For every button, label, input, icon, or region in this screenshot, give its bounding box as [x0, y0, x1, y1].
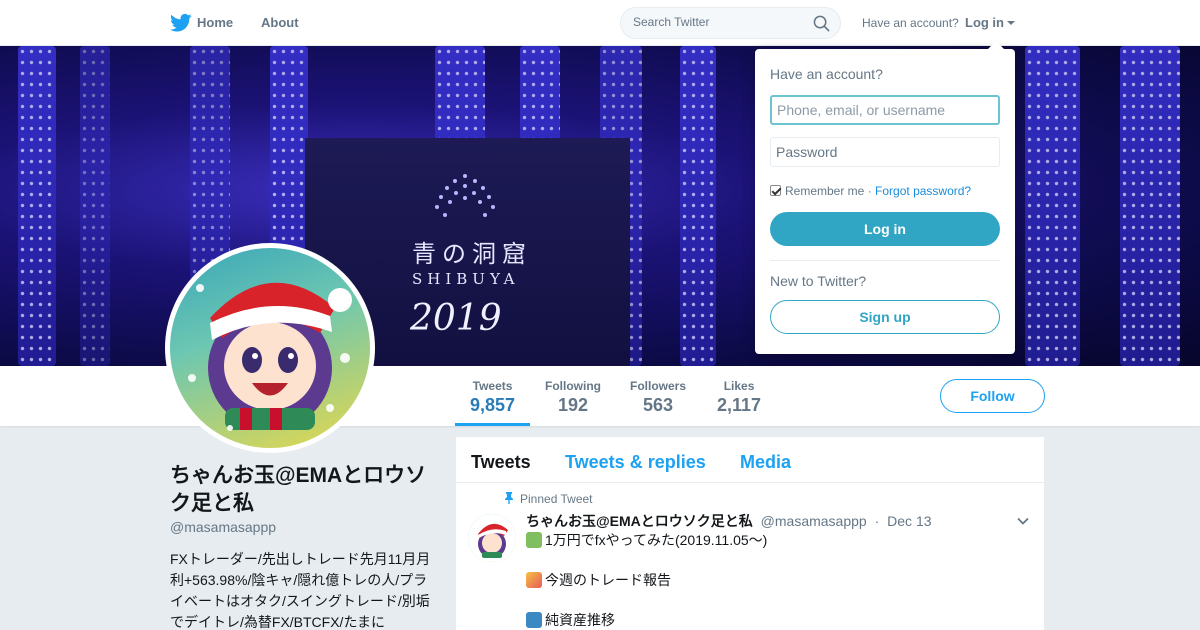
tweet-text: 1万円でfxやってみた(2019.11.05〜) 今週のトレード報告 純資産推移: [526, 530, 1026, 630]
tweet-line-text: 純資産推移: [545, 612, 615, 628]
sign-subtitle: SHIBUYA: [412, 270, 520, 288]
login-dropdown-toggle[interactable]: Log in: [965, 15, 1015, 30]
pinned-label: Pinned Tweet: [520, 492, 593, 506]
chevron-down-icon[interactable]: [1016, 514, 1030, 528]
have-account-text: Have an account?: [862, 16, 959, 30]
stat-value: 2,117: [717, 395, 762, 415]
pin-icon: [505, 492, 513, 504]
stat-value: 563: [642, 395, 674, 415]
avatar-image: [170, 248, 370, 448]
tab-tweets-and-replies[interactable]: Tweets & replies: [565, 452, 706, 473]
tweet-avatar-illustration: [468, 514, 516, 562]
username-field[interactable]: [770, 95, 1000, 125]
stat-value: 9,857: [470, 395, 516, 415]
banner-light-tree: [18, 46, 56, 366]
login-button[interactable]: Log in: [770, 212, 1000, 246]
tweet-line-text: 今週のトレード報告: [545, 572, 671, 588]
dropdown-divider: [770, 260, 1000, 261]
search-input[interactable]: [633, 15, 803, 29]
banner-light-tree: [80, 46, 110, 366]
new-to-twitter-text: New to Twitter?: [770, 273, 867, 289]
tab-tweets[interactable]: Tweets: [471, 452, 531, 473]
nav-home-link[interactable]: Home: [197, 15, 233, 30]
timeline: Tweets Tweets & replies Media Pinned Twe…: [456, 437, 1044, 630]
password-field[interactable]: [770, 137, 1000, 167]
tweet-line: [526, 590, 1026, 610]
dropdown-arrow: [988, 41, 1004, 49]
remember-separator: ·: [867, 184, 872, 198]
remember-me-checkbox[interactable]: [770, 185, 781, 196]
login-dropdown-title: Have an account?: [770, 66, 883, 82]
tweet-separator: ·: [874, 513, 880, 529]
tweet-line: 今週のトレード報告: [526, 570, 1026, 590]
tweet-line: 1万円でfxやってみた(2019.11.05〜): [526, 530, 1026, 550]
tweet-author-handle[interactable]: @masamasappp: [761, 513, 867, 529]
stat-label: Following: [545, 379, 601, 393]
login-toggle-label: Log in: [965, 15, 1004, 30]
tab-media[interactable]: Media: [740, 452, 791, 473]
login-dropdown: Have an account? Remember me · Forgot pa…: [755, 41, 1015, 354]
stat-following[interactable]: Following 192: [545, 379, 601, 416]
stat-label: Likes: [723, 379, 755, 393]
remember-me-label[interactable]: Remember me: [785, 184, 864, 198]
avatar-illustration: [188, 282, 352, 431]
timeline-tabs: Tweets Tweets & replies Media: [456, 437, 1044, 483]
party-emoji-icon: [526, 572, 542, 588]
sign-year: 2019: [410, 298, 502, 339]
follow-button[interactable]: Follow: [940, 379, 1045, 413]
top-nav: Home About Have an account? Log in: [0, 0, 1200, 46]
profile-display-name[interactable]: ちゃんお玉@EMAとロウソク足と私: [170, 462, 430, 518]
tweet-date[interactable]: Dec 13: [887, 513, 931, 529]
tweet-line: 純資産推移: [526, 610, 1026, 630]
banner-light-tree: [680, 46, 716, 366]
stat-value: 192: [557, 395, 589, 415]
sign-title: 青の洞窟: [412, 240, 532, 268]
sign-logo-icon: [435, 174, 495, 217]
nav-about-link[interactable]: About: [261, 15, 299, 30]
tweet-line: [526, 550, 1026, 570]
stat-tweets[interactable]: Tweets 9,857: [470, 379, 515, 416]
pinned-indicator: Pinned Tweet: [504, 492, 593, 506]
stat-likes[interactable]: Likes 2,117: [717, 379, 761, 416]
banner-light-tree: [1120, 46, 1180, 366]
forgot-password-link[interactable]: Forgot password?: [875, 184, 971, 198]
banner-light-tree: [1025, 46, 1080, 366]
twitter-bird-icon[interactable]: [170, 13, 192, 33]
chevron-down-icon: [1007, 21, 1015, 25]
remember-me-row: Remember me · Forgot password?: [770, 184, 971, 198]
signup-button[interactable]: Sign up: [770, 300, 1000, 334]
search-box[interactable]: [620, 7, 841, 39]
profile-bio: FXトレーダー/先出しトレード先月11月月利+563.98%/陰キャ/隠れ億トレ…: [170, 551, 431, 630]
checkbox-emoji-icon: [526, 612, 542, 628]
stat-label: Tweets: [472, 379, 513, 393]
active-stat-underline: [455, 423, 530, 426]
tweet-author-name[interactable]: ちゃんお玉@EMAとロウソク足と私: [526, 513, 753, 529]
stat-followers[interactable]: Followers 563: [630, 379, 686, 416]
tweet-line-text: 1万円でfxやってみた(2019.11.05〜): [545, 532, 768, 548]
profile-avatar[interactable]: [165, 243, 375, 453]
search-icon[interactable]: [813, 15, 830, 32]
stat-label: Followers: [630, 379, 687, 393]
money-emoji-icon: [526, 532, 542, 548]
tweet-avatar[interactable]: [468, 514, 516, 562]
tweet-header: ちゃんお玉@EMAとロウソク足と私 @masamasappp · Dec 13: [526, 511, 932, 531]
profile-screen-name[interactable]: @masamasappp: [170, 519, 276, 535]
